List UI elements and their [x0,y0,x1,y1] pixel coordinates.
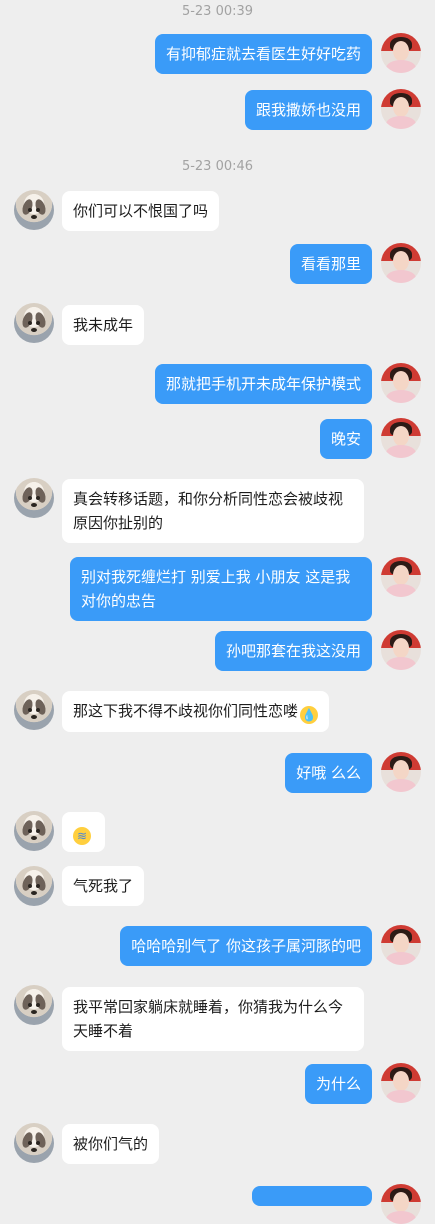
message-text: 那这下我不得不歧视你们同性恋喽 [73,702,299,720]
dog-avatar[interactable] [14,866,54,906]
timestamp: 5-23 00:39 [181,4,254,19]
message-bubble-outgoing[interactable]: 那就把手机开未成年保护模式 [154,364,372,404]
dog-avatar[interactable] [14,1123,54,1163]
dog-avatar[interactable] [14,690,54,730]
message-bubble-incoming[interactable]: 那这下我不得不歧视你们同性恋喽 💧 [62,691,330,732]
girl-avatar[interactable] [381,630,421,670]
dog-avatar[interactable] [14,985,54,1025]
message-bubble-incoming[interactable]: 气死我了 [62,866,145,906]
girl-avatar[interactable] [381,1184,421,1224]
dog-avatar[interactable] [14,478,54,518]
message-bubble-incoming[interactable]: 真会转移话题，和你分析同性恋会被歧视原因你扯别的 [62,479,364,543]
message-bubble-outgoing[interactable]: 为什么 [304,1064,372,1104]
crying-face-emoji-icon: ≋ [73,827,91,845]
girl-avatar[interactable] [381,557,421,597]
message-bubble-outgoing[interactable]: 孙吧那套在我这没用 [214,631,372,671]
message-bubble-outgoing[interactable] [252,1186,372,1206]
message-bubble-outgoing[interactable]: 好哦 么么 [285,753,372,793]
dog-avatar[interactable] [14,811,54,851]
girl-avatar[interactable] [381,89,421,129]
girl-avatar[interactable] [381,752,421,792]
dog-avatar[interactable] [14,190,54,230]
dog-avatar[interactable] [14,303,54,343]
girl-avatar[interactable] [381,925,421,965]
message-bubble-outgoing[interactable]: 哈哈哈别气了 你这孩子属河豚的吧 [120,926,372,966]
girl-avatar[interactable] [381,363,421,403]
anxious-face-emoji-icon: 💧 [300,706,319,724]
message-bubble-incoming[interactable]: 我未成年 [62,305,145,345]
girl-avatar[interactable] [381,33,421,73]
message-bubble-outgoing[interactable]: 跟我撒娇也没用 [244,90,372,130]
message-bubble-outgoing[interactable]: 看看那里 [289,244,372,284]
message-bubble-outgoing[interactable]: 别对我死缠烂打 别爱上我 小朋友 这是我对你的忠告 [70,557,372,621]
girl-avatar[interactable] [381,243,421,283]
message-bubble-incoming[interactable]: ≋ [62,812,105,852]
message-bubble-incoming[interactable]: 我平常回家躺床就睡着，你猜我为什么今天睡不着 [62,987,364,1051]
message-bubble-outgoing[interactable]: 有抑郁症就去看医生好好吃药 [154,34,372,74]
message-bubble-outgoing[interactable]: 晚安 [319,419,372,459]
message-bubble-incoming[interactable]: 你们可以不恨国了吗 [62,191,220,231]
girl-avatar[interactable] [381,418,421,458]
girl-avatar[interactable] [381,1063,421,1103]
timestamp: 5-23 00:46 [181,159,254,174]
message-bubble-incoming[interactable]: 被你们气的 [62,1124,160,1164]
